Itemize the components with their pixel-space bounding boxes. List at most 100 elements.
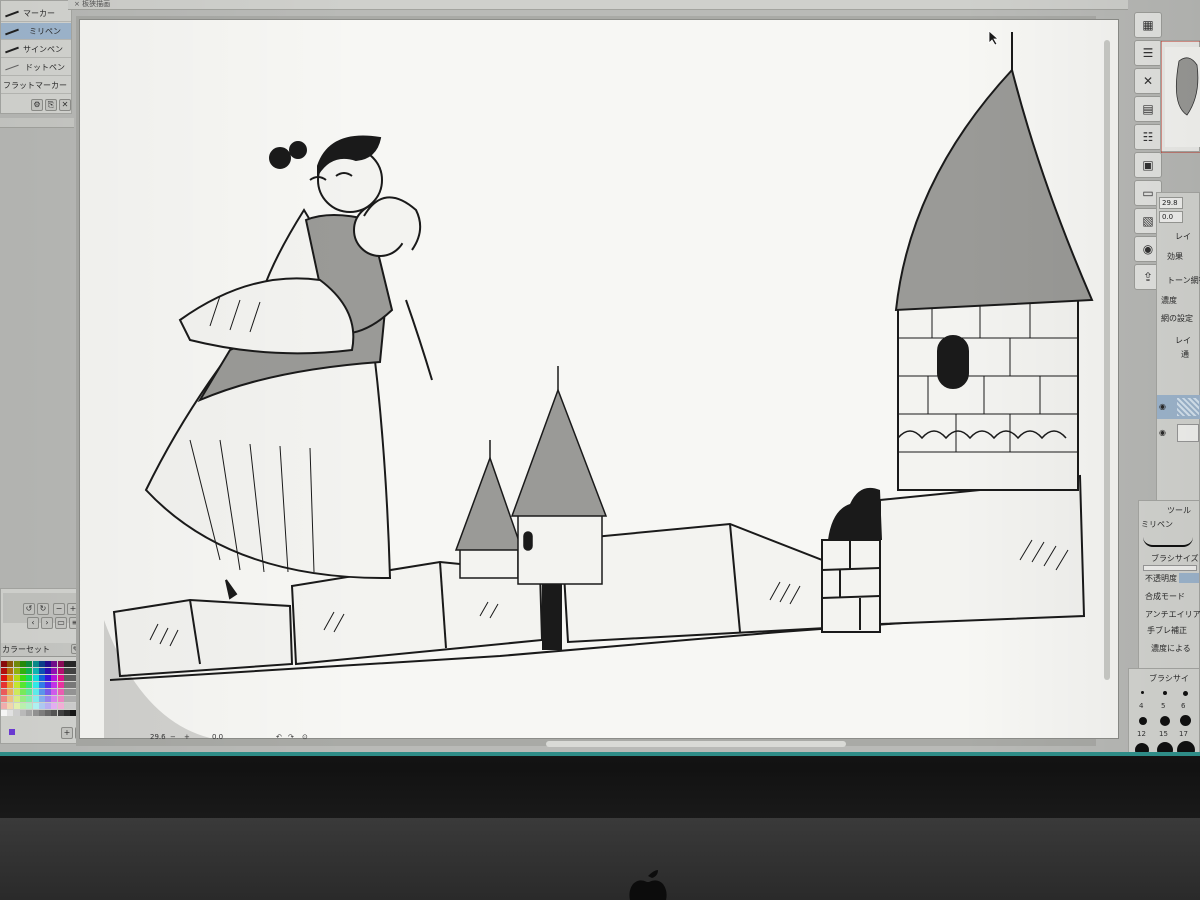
color-swatch[interactable]	[19, 682, 26, 688]
color-swatch[interactable]	[57, 675, 64, 681]
color-swatch[interactable]	[38, 682, 45, 688]
color-swatch[interactable]	[19, 696, 26, 702]
zoom-value[interactable]: 29.6	[150, 734, 166, 741]
color-swatch[interactable]	[7, 668, 14, 674]
rotate-left-icon[interactable]: ↺	[23, 603, 35, 615]
color-swatch[interactable]	[32, 696, 39, 702]
document-tab-title[interactable]: × 板狭描画	[74, 1, 110, 8]
layer-row-ink[interactable]: ◉	[1157, 421, 1200, 445]
color-swatch[interactable]	[57, 703, 64, 709]
color-swatch[interactable]	[26, 661, 33, 667]
color-swatch[interactable]	[13, 710, 20, 716]
color-swatch[interactable]	[26, 696, 33, 702]
chevron-left-icon[interactable]: ‹	[27, 617, 39, 629]
color-swatch[interactable]	[32, 675, 39, 681]
color-swatch[interactable]	[13, 675, 20, 681]
color-swatch[interactable]	[13, 689, 20, 695]
vertical-scrollbar[interactable]	[1104, 40, 1110, 680]
color-swatch[interactable]	[64, 696, 70, 702]
size-dot[interactable]	[1180, 715, 1191, 726]
rotate-right-icon[interactable]: ↻	[37, 603, 49, 615]
tone-settings-label[interactable]: 網の設定	[1161, 315, 1193, 323]
color-swatch[interactable]	[57, 689, 64, 695]
color-swatch[interactable]	[38, 689, 45, 695]
color-swatch[interactable]	[51, 682, 58, 688]
color-palette-grid[interactable]	[1, 661, 77, 719]
size-dot[interactable]	[1183, 691, 1188, 696]
trash-icon[interactable]: ✕	[59, 99, 71, 111]
color-swatch[interactable]	[19, 675, 26, 681]
color-swatch[interactable]	[45, 661, 52, 667]
color-swatch[interactable]	[1, 689, 7, 695]
density-label[interactable]: 濃度	[1161, 297, 1177, 305]
color-swatch[interactable]	[26, 668, 33, 674]
zoom-out-icon[interactable]: −	[53, 603, 65, 615]
nav-angle-field[interactable]: 0.0	[1159, 211, 1183, 223]
rotation-value[interactable]: 0.0	[212, 734, 223, 741]
drawing-canvas[interactable]	[80, 20, 1118, 738]
color-swatch[interactable]	[45, 696, 52, 702]
eye-icon[interactable]: ◉	[1159, 429, 1166, 437]
color-swatch[interactable]	[7, 682, 14, 688]
reset-rotation-icon[interactable]: ⊙	[302, 734, 308, 741]
color-swatch[interactable]	[19, 668, 26, 674]
brush-item-millipen[interactable]: ミリペン	[1, 23, 71, 40]
color-swatch[interactable]	[32, 661, 39, 667]
color-swatch[interactable]	[64, 675, 70, 681]
rotate-left-icon[interactable]: ↶	[276, 734, 282, 741]
current-color-chip[interactable]	[9, 729, 15, 735]
color-swatch[interactable]	[26, 710, 33, 716]
color-swatch[interactable]	[38, 696, 45, 702]
color-swatch[interactable]	[19, 661, 26, 667]
color-swatch[interactable]	[45, 675, 52, 681]
color-swatch[interactable]	[26, 689, 33, 695]
color-swatch[interactable]	[26, 682, 33, 688]
zoom-plus-icon[interactable]: +	[184, 734, 190, 741]
color-swatch[interactable]	[1, 682, 7, 688]
color-swatch[interactable]	[51, 661, 58, 667]
color-swatch[interactable]	[7, 661, 14, 667]
navigator-thumbnail[interactable]	[1160, 40, 1200, 154]
color-swatch[interactable]	[57, 682, 64, 688]
color-swatch[interactable]	[26, 703, 33, 709]
nav-zoom-field[interactable]: 29.8	[1159, 197, 1183, 209]
color-swatch[interactable]	[1, 661, 7, 667]
color-swatch[interactable]	[51, 689, 58, 695]
brush-item-marker[interactable]: マーカー	[1, 5, 71, 22]
grid-icon[interactable]: ▦	[1134, 12, 1162, 38]
size-dot[interactable]	[1163, 691, 1167, 695]
color-swatch[interactable]	[64, 682, 70, 688]
color-swatch[interactable]	[7, 689, 14, 695]
layers-icon[interactable]: ☰	[1134, 40, 1162, 66]
color-swatch[interactable]	[7, 675, 14, 681]
color-swatch[interactable]	[45, 710, 52, 716]
copy-icon[interactable]: ⎘	[45, 99, 57, 111]
color-swatch[interactable]	[64, 668, 70, 674]
color-swatch[interactable]	[32, 689, 39, 695]
color-swatch[interactable]	[45, 703, 52, 709]
density-by-label[interactable]: 濃度による	[1151, 645, 1191, 653]
color-swatch[interactable]	[45, 682, 52, 688]
color-swatch[interactable]	[26, 675, 33, 681]
chevron-right-icon[interactable]: ›	[41, 617, 53, 629]
color-swatch[interactable]	[13, 703, 20, 709]
color-swatch[interactable]	[1, 696, 7, 702]
color-swatch[interactable]	[38, 710, 45, 716]
color-swatch[interactable]	[13, 682, 20, 688]
brush-size-slider[interactable]	[1143, 565, 1197, 571]
color-swatch[interactable]	[38, 675, 45, 681]
zoom-minus-icon[interactable]: −	[170, 734, 176, 741]
size-dot[interactable]	[1139, 717, 1147, 725]
color-swatch[interactable]	[51, 668, 58, 674]
blend-mode-select[interactable]: 通	[1181, 351, 1189, 359]
color-swatch[interactable]	[57, 710, 64, 716]
color-swatch[interactable]	[57, 696, 64, 702]
color-swatch[interactable]	[1, 703, 7, 709]
color-swatch[interactable]	[32, 703, 39, 709]
color-swatch[interactable]	[32, 682, 39, 688]
rotate-right-icon[interactable]: ↷	[288, 734, 294, 741]
size-dot[interactable]	[1160, 716, 1170, 726]
eye-icon[interactable]: ◉	[1159, 403, 1166, 411]
color-swatch[interactable]	[45, 668, 52, 674]
material-icon[interactable]: ▣	[1134, 152, 1162, 178]
